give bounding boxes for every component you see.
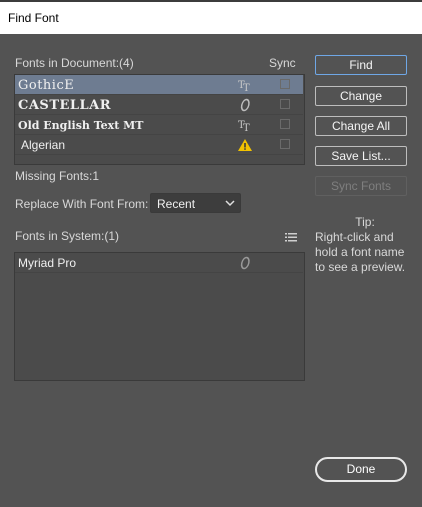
sync-checkbox[interactable] bbox=[280, 139, 290, 149]
title-bar: Find Font bbox=[0, 0, 422, 34]
font-row-myriad-pro[interactable]: Myriad Pro bbox=[15, 253, 303, 273]
truetype-icon: TT bbox=[237, 117, 253, 134]
font-row-castellar[interactable]: CASTELLAR bbox=[15, 95, 303, 115]
sync-checkbox[interactable] bbox=[280, 99, 290, 109]
font-name: CASTELLAR bbox=[18, 98, 112, 113]
font-row-gothice[interactable]: GothicE TT bbox=[15, 75, 303, 95]
document-fonts-list[interactable]: GothicE TT CASTELLAR Old English Text MT… bbox=[14, 74, 305, 165]
replace-source-dropdown[interactable]: Recent bbox=[150, 193, 241, 213]
font-row-algerian[interactable]: Algerian bbox=[15, 135, 303, 155]
system-fonts-list[interactable]: Myriad Pro bbox=[14, 252, 305, 381]
sync-fonts-button[interactable]: Sync Fonts bbox=[315, 176, 407, 196]
tip-box: Tip: Right-click and hold a font name to… bbox=[315, 215, 415, 275]
font-name: GothicE bbox=[18, 78, 75, 93]
missing-fonts-label: Missing Fonts:1 bbox=[15, 169, 100, 183]
opentype-icon bbox=[237, 255, 253, 271]
truetype-icon: TT bbox=[237, 77, 253, 94]
list-menu-icon[interactable] bbox=[285, 230, 298, 248]
replace-with-label: Replace With Font From: bbox=[15, 197, 149, 211]
font-name: Old English Text MT bbox=[18, 119, 144, 132]
tip-title: Tip: bbox=[355, 215, 375, 229]
change-button[interactable]: Change bbox=[315, 86, 407, 106]
done-button[interactable]: Done bbox=[315, 457, 407, 482]
chevron-down-icon bbox=[225, 196, 235, 213]
change-all-button[interactable]: Change All bbox=[315, 116, 407, 136]
dropdown-value: Recent bbox=[157, 197, 196, 211]
font-row-old-english-text-mt[interactable]: Old English Text MT TT bbox=[15, 115, 303, 135]
font-name: Algerian bbox=[21, 138, 66, 152]
font-name: Myriad Pro bbox=[18, 256, 77, 270]
svg-text:T: T bbox=[243, 83, 250, 93]
fonts-in-document-header: Fonts in Document:(4) bbox=[15, 56, 134, 70]
warning-icon bbox=[237, 137, 253, 153]
tip-text: Right-click and hold a font name to see … bbox=[315, 230, 406, 274]
sync-header: Sync bbox=[269, 56, 296, 70]
window-title: Find Font bbox=[8, 11, 59, 25]
find-button[interactable]: Find bbox=[315, 55, 407, 75]
save-list-button[interactable]: Save List... bbox=[315, 146, 407, 166]
svg-text:T: T bbox=[243, 123, 250, 133]
sync-checkbox[interactable] bbox=[280, 119, 290, 129]
opentype-icon bbox=[237, 97, 253, 113]
fonts-in-system-header: Fonts in System:(1) bbox=[15, 229, 120, 243]
sync-checkbox[interactable] bbox=[280, 79, 290, 89]
